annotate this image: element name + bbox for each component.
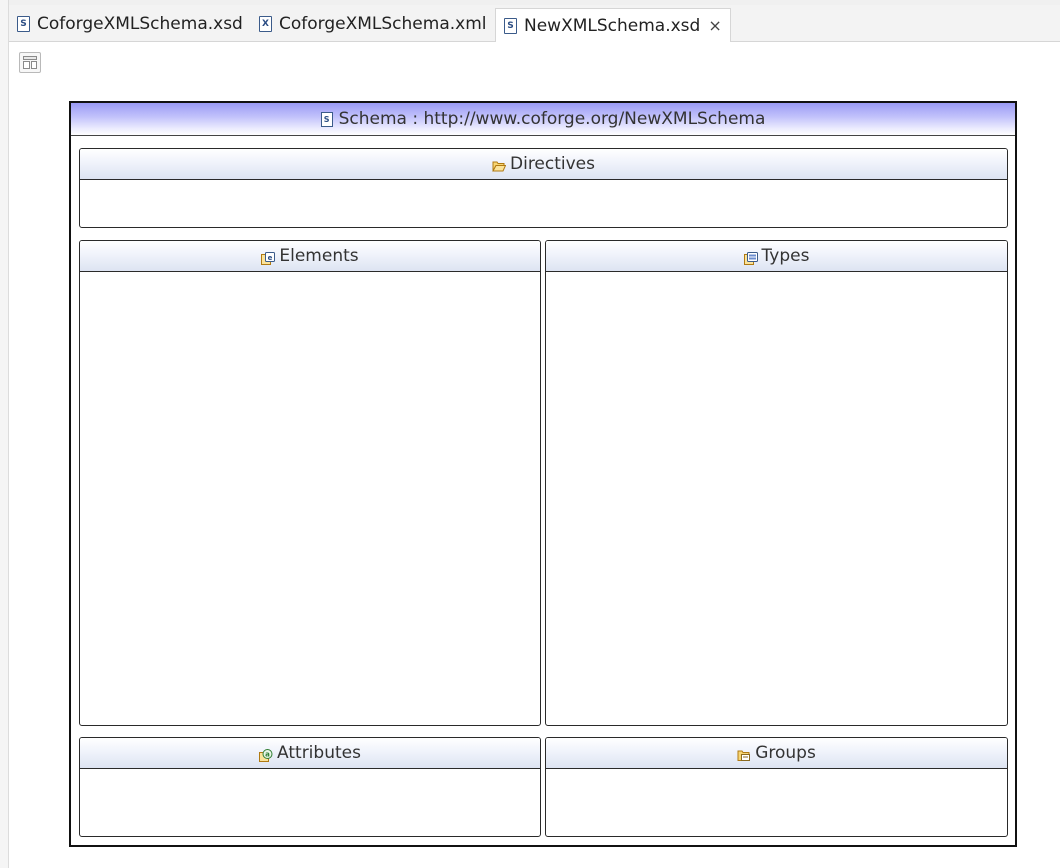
group-icon xyxy=(737,747,751,761)
close-icon[interactable]: × xyxy=(708,16,721,35)
attributes-panel[interactable]: a Attributes xyxy=(79,737,541,837)
layout-icon xyxy=(23,56,37,69)
tab-label: NewXMLSchema.xsd xyxy=(524,15,701,36)
directives-panel[interactable]: Directives xyxy=(79,148,1008,228)
left-gutter xyxy=(0,0,9,868)
tab-coforge-xsd[interactable]: S CoforgeXMLSchema.xsd xyxy=(17,7,243,40)
groups-header: Groups xyxy=(546,738,1007,769)
groups-label: Groups xyxy=(755,743,816,763)
schema-header[interactable]: S Schema : http://www.coforge.org/NewXML… xyxy=(71,103,1015,136)
schema-title: Schema : http://www.coforge.org/NewXMLSc… xyxy=(338,109,766,129)
elements-label: Elements xyxy=(279,246,359,266)
tab-coforge-xml[interactable]: X CoforgeXMLSchema.xml xyxy=(259,7,486,40)
toggle-layout-button[interactable] xyxy=(19,52,41,73)
tab-label: CoforgeXMLSchema.xml xyxy=(279,13,487,34)
tab-label: CoforgeXMLSchema.xsd xyxy=(37,13,243,34)
schema-icon: S xyxy=(320,111,333,127)
types-label: Types xyxy=(761,246,810,266)
svg-text:a: a xyxy=(265,750,270,758)
groups-panel[interactable]: Groups xyxy=(545,737,1008,837)
types-header: Types xyxy=(546,241,1007,272)
editor-tab-bar: S CoforgeXMLSchema.xsd X CoforgeXMLSchem… xyxy=(9,5,1060,43)
tab-newxmlschema-xsd[interactable]: S NewXMLSchema.xsd × xyxy=(495,8,731,43)
attributes-header: a Attributes xyxy=(80,738,540,769)
elements-header: e Elements xyxy=(80,241,540,272)
schema-diagram: S Schema : http://www.coforge.org/NewXML… xyxy=(69,101,1017,847)
directives-header: Directives xyxy=(80,149,1007,180)
element-icon: e xyxy=(261,250,276,265)
types-icon xyxy=(743,250,758,265)
xsd-file-icon: S xyxy=(17,15,30,32)
schema-editor: S Schema : http://www.coforge.org/NewXML… xyxy=(9,42,1060,868)
types-panel[interactable]: Types xyxy=(545,240,1008,726)
attributes-label: Attributes xyxy=(277,743,361,763)
svg-text:e: e xyxy=(268,254,273,262)
attribute-icon: a xyxy=(259,747,273,762)
xml-file-icon: X xyxy=(259,15,272,32)
xsd-file-icon: S xyxy=(504,17,517,34)
folder-open-icon xyxy=(492,158,507,171)
elements-panel[interactable]: e Elements xyxy=(79,240,541,726)
directives-label: Directives xyxy=(510,154,595,174)
